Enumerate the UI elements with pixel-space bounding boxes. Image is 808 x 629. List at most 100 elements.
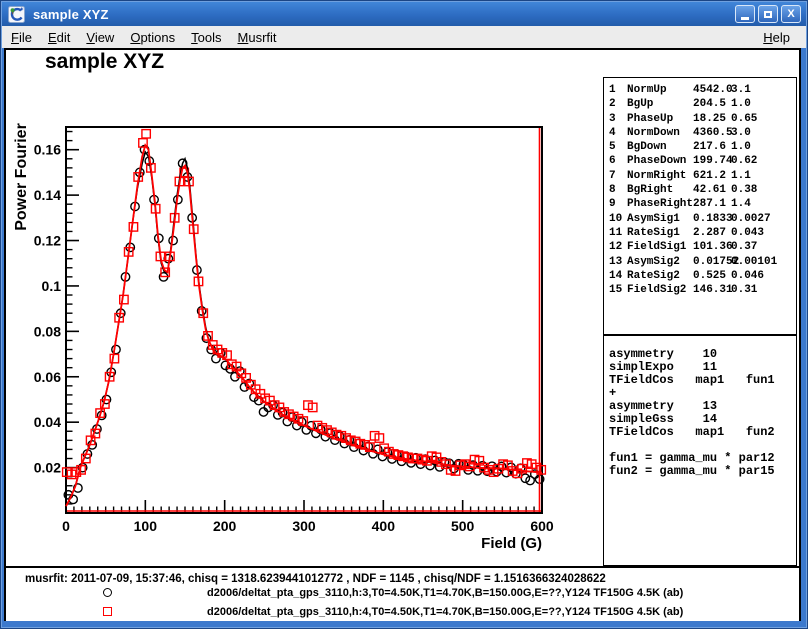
y-axis-label: Power Fourier: [13, 123, 30, 231]
param-value: 0.1833: [693, 213, 733, 225]
param-value: 4542.0: [693, 84, 733, 96]
param-value: 18.25: [693, 113, 726, 125]
x-tick-label: 600: [530, 518, 554, 534]
param-name: RateSig2: [627, 270, 680, 282]
legend-label: d2006/deltat_pta_gps_3110,h:3,T0=4.50K,T…: [207, 587, 683, 599]
circle-marker-icon: [103, 588, 112, 597]
theory-block: asymmetry 10 simplExpo 11 TFieldCos map1…: [604, 336, 796, 478]
param-value: 4360.5: [693, 127, 733, 139]
menu-item-edit[interactable]: Edit: [41, 28, 77, 47]
param-no: 5: [609, 141, 616, 153]
param-row: 2BgUp204.51.0: [604, 98, 796, 112]
menu-item-options[interactable]: Options: [123, 28, 182, 47]
param-name: BgDown: [627, 141, 667, 153]
param-name: PhaseUp: [627, 113, 673, 125]
param-row: 14RateSig20.5250.046: [604, 270, 796, 284]
close-icon: X: [787, 8, 794, 20]
x-tick-label: 500: [451, 518, 475, 534]
param-value: 217.6: [693, 141, 726, 153]
x-axis-label: Field (G): [481, 535, 542, 552]
param-no: 8: [609, 184, 616, 196]
param-row: 10AsymSig10.18330.0027: [604, 213, 796, 227]
param-name: FieldSig1: [627, 241, 686, 253]
param-no: 10: [609, 213, 622, 225]
param-row: 12 FieldSig1 101.360.37: [604, 241, 796, 255]
param-row: 6 PhaseDown 199.740.62: [604, 155, 796, 169]
param-value: 204.5: [693, 98, 726, 110]
legend-row: d2006/deltat_pta_gps_3110,h:3,T0=4.50K,T…: [6, 588, 799, 600]
parameter-table: 1NormUp4542.03.12BgUp204.51.03PhaseUp18.…: [604, 84, 796, 298]
param-no: 6: [609, 155, 616, 167]
param-no: 11: [609, 227, 622, 239]
minimize-button[interactable]: [735, 5, 755, 23]
param-row: 9PhaseRight287.11.4: [604, 198, 796, 212]
param-name: PhaseDown: [627, 155, 686, 167]
param-name: NormDown: [627, 127, 680, 139]
param-row: 15FieldSig2146.310.31: [604, 284, 796, 298]
param-row: 11RateSig12.2870.043: [604, 227, 796, 241]
param-value: 146.31: [693, 284, 733, 296]
param-no: 1: [609, 84, 616, 96]
param-error: 1.0: [731, 98, 751, 110]
menu-item-tools[interactable]: Tools: [184, 28, 228, 47]
y-tick-label: 0.04: [34, 414, 61, 430]
menu-item-view[interactable]: View: [79, 28, 121, 47]
param-row: 5 BgDown 217.6 1.0: [604, 141, 796, 155]
param-name: RateSig1: [627, 227, 680, 239]
window-title: sample XYZ: [33, 7, 109, 22]
param-error: 0.65: [731, 113, 757, 125]
param-name: BgUp: [627, 98, 653, 110]
fit-status-text: musrfit: 2011-07-09, 15:37:46, chisq = 1…: [25, 573, 606, 585]
param-error: 0.00101: [731, 256, 777, 268]
menu-item-help[interactable]: Help: [759, 28, 794, 47]
param-row: 8 BgRight 42.61 0.38: [604, 184, 796, 198]
param-error: 0.043: [731, 227, 764, 239]
param-value: 42.61: [693, 184, 726, 196]
param-name: AsymSig2: [627, 256, 680, 268]
fit-curve: [66, 145, 542, 506]
param-error: 0.38: [731, 184, 757, 196]
legend-label: d2006/deltat_pta_gps_3110,h:4,T0=4.50K,T…: [207, 606, 683, 618]
x-tick-label: 100: [134, 518, 158, 534]
fourier-plot[interactable]: 01002003004005006000.020.040.060.080.10.…: [6, 50, 602, 562]
y-tick-label: 0.1: [42, 278, 62, 294]
app-window: sample XYZ X FileEditViewOptionsToolsMus…: [0, 0, 808, 629]
param-error: 3.1: [731, 84, 751, 96]
param-value: 101.36: [693, 241, 733, 253]
param-name: PhaseRight: [627, 198, 693, 210]
maximize-icon: [764, 11, 772, 18]
param-error: 0.62: [731, 155, 757, 167]
x-tick-label: 300: [292, 518, 316, 534]
param-no: 14: [609, 270, 622, 282]
param-error: 0.0027: [731, 213, 771, 225]
y-tick-label: 0.14: [34, 187, 61, 203]
param-name: NormUp: [627, 84, 667, 96]
minimize-icon: [741, 17, 749, 20]
param-no: 15: [609, 284, 622, 296]
param-row: 7NormRight621.21.1: [604, 170, 796, 184]
maximize-button[interactable]: [758, 5, 778, 23]
parameter-pad[interactable]: 1NormUp4542.03.12BgUp204.51.03PhaseUp18.…: [603, 77, 797, 335]
param-error: 0.31: [731, 284, 757, 296]
param-no: 9: [609, 198, 616, 210]
param-error: 1.0: [731, 141, 751, 153]
legend-row: d2006/deltat_pta_gps_3110,h:4,T0=4.50K,T…: [6, 607, 799, 619]
title-bar[interactable]: sample XYZ X: [2, 2, 806, 26]
param-no: 12: [609, 241, 622, 253]
param-value: 199.74: [693, 155, 733, 167]
info-pad: musrfit: 2011-07-09, 15:37:46, chisq = 1…: [6, 566, 799, 621]
param-error: 0.37: [731, 241, 757, 253]
param-row: 1 NormUp 4542.03.1: [604, 84, 796, 98]
param-name: NormRight: [627, 170, 686, 182]
x-tick-label: 0: [62, 518, 70, 534]
param-error: 3.0: [731, 127, 751, 139]
theory-pad[interactable]: asymmetry 10 simplExpo 11 TFieldCos map1…: [603, 335, 797, 566]
param-name: BgRight: [627, 184, 673, 196]
close-button[interactable]: X: [781, 5, 801, 23]
param-no: 13: [609, 256, 622, 268]
app-icon: [8, 6, 25, 23]
root-canvas[interactable]: sample XYZ 01002003004005006000.020.040.…: [4, 48, 801, 621]
window-controls: X: [735, 5, 801, 23]
menu-item-musrfit[interactable]: Musrfit: [231, 28, 284, 47]
menu-item-file[interactable]: File: [4, 28, 39, 47]
